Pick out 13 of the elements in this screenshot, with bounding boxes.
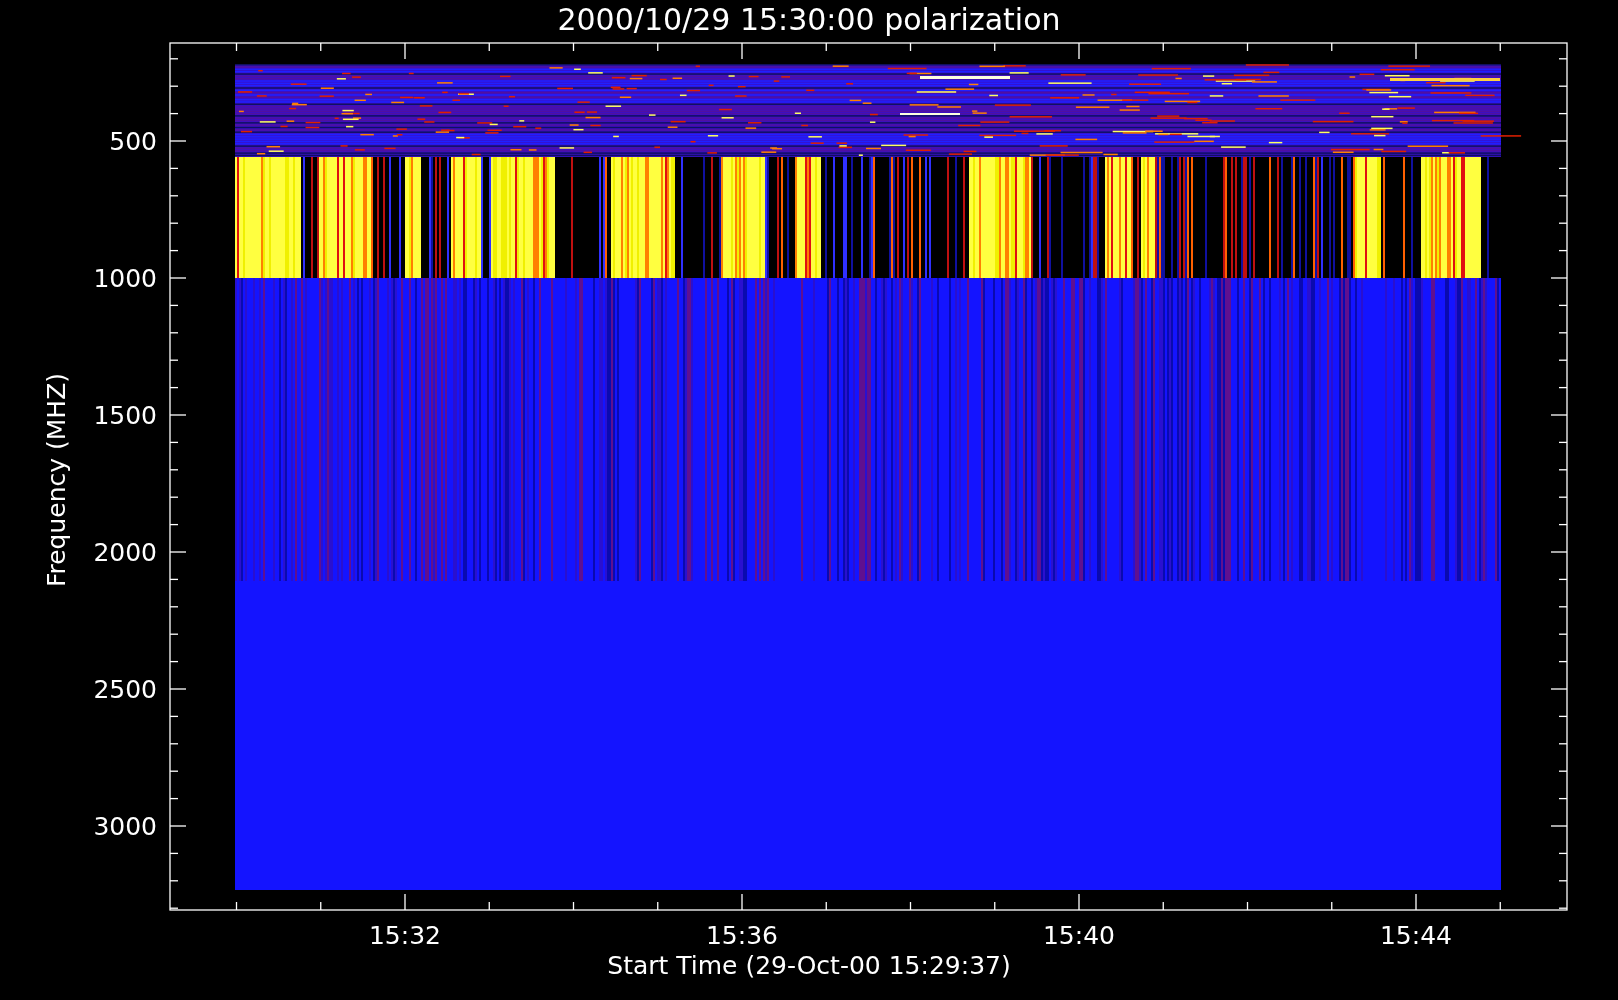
axis-tick-label: 500 xyxy=(109,127,157,156)
axis-title: Frequency (MHZ) xyxy=(42,372,71,588)
plot-title: 2000/10/29 15:30:00 polarization xyxy=(557,2,1061,37)
axis-tick-label: 15:36 xyxy=(706,921,778,950)
axis-title: Start Time (29-Oct-00 15:29:37) xyxy=(607,951,1011,980)
axis-tick-label: 1500 xyxy=(93,401,157,430)
axis-tick-label: 15:32 xyxy=(369,921,441,950)
axis-tick-label: 1000 xyxy=(93,264,157,293)
axis-tick-label: 2000 xyxy=(93,538,157,567)
axis-tick-label: 2500 xyxy=(93,675,157,704)
axis-tick-label: 3000 xyxy=(93,812,157,841)
axis-tick-label: 15:44 xyxy=(1380,921,1452,950)
axis-tick-label: 15:40 xyxy=(1043,921,1115,950)
